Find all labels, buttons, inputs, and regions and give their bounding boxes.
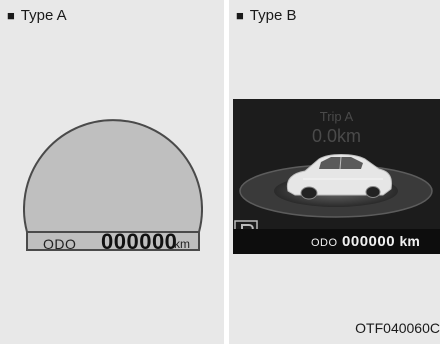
trip-label: Trip A [319, 109, 354, 124]
type-a-panel: ■ Type A ODO 000000 km [0, 0, 224, 344]
figure-id: OTF040060C [355, 320, 440, 336]
odo-value: 000000 [101, 229, 178, 254]
type-a-heading: ■ Type A [7, 7, 67, 25]
cluster-display: Trip A 0.0km ODO 000000 km [233, 99, 440, 254]
trip-value: 0.0km [311, 126, 362, 146]
bullet-square-icon: ■ [236, 8, 244, 23]
type-b-title: Type B [249, 7, 297, 24]
odo-bar: ODO 000000 km [233, 229, 440, 254]
odo-unit: km [399, 233, 420, 249]
type-b-heading: ■ Type B [236, 7, 296, 25]
bullet-square-icon: ■ [7, 8, 15, 23]
odo-readout: ODO 000000 km [311, 233, 420, 251]
odo-unit: km [174, 237, 190, 251]
odo-label: ODO [43, 236, 77, 252]
odo-label: ODO [311, 237, 338, 249]
type-a-title: Type A [20, 7, 67, 24]
odo-value: 000000 [342, 233, 396, 250]
